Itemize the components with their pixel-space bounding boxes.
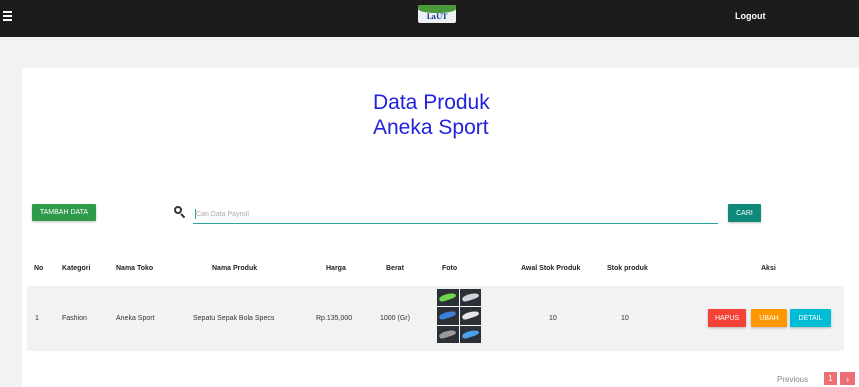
column-header-harga: Harga (326, 265, 346, 272)
column-header-awal-stok: Awal Stok Produk (521, 265, 581, 272)
column-header-stok: Stok produk (607, 265, 648, 272)
column-header-aksi: Aksi (761, 265, 776, 272)
cell-nama-toko: Aneka Sport (116, 315, 155, 322)
delete-button[interactable]: HAPUS (708, 309, 746, 327)
add-data-button[interactable]: TAMBAH DATA (32, 204, 96, 221)
detail-button[interactable]: DETAIL (790, 309, 831, 327)
column-header-kategori: Kategori (62, 265, 91, 272)
column-header-berat: Berat (386, 265, 404, 272)
cell-nama-produk: Sepatu Sepak Bola Specs (193, 315, 275, 322)
top-navbar: LaUT Logout (0, 0, 859, 37)
column-header-foto: Foto (442, 265, 458, 272)
search-button[interactable]: CARI (728, 204, 761, 222)
column-header-nama-produk: Nama Produk (212, 265, 258, 272)
hamburger-menu-icon[interactable] (3, 11, 12, 21)
column-header-no: No (34, 265, 44, 272)
pagination-previous[interactable]: Previous (777, 375, 808, 384)
brand-logo[interactable]: LaUT (418, 5, 456, 23)
pagination-page-1[interactable]: 1 (824, 372, 837, 385)
logo-text: LaUT (426, 12, 448, 21)
search-input[interactable] (193, 205, 718, 224)
chevron-right-icon[interactable]: › (840, 372, 855, 385)
cell-awal-stok: 10 (549, 315, 557, 322)
text-cursor (195, 209, 196, 219)
product-photo (437, 289, 481, 343)
search-icon (174, 206, 186, 219)
column-header-nama-toko: Nama Toko (116, 265, 154, 272)
page-title-line2: Aneka Sport (373, 116, 489, 139)
cell-kategori: Fashion (62, 315, 87, 322)
page-title-line1: Data Produk (373, 91, 490, 114)
cell-harga: Rp.135,000 (316, 315, 353, 322)
cell-stok: 10 (621, 315, 629, 322)
logout-link[interactable]: Logout (735, 11, 766, 21)
edit-button[interactable]: UBAH (751, 309, 787, 327)
cell-berat: 1000 (Gr) (380, 315, 410, 322)
cell-no: 1 (35, 315, 39, 322)
